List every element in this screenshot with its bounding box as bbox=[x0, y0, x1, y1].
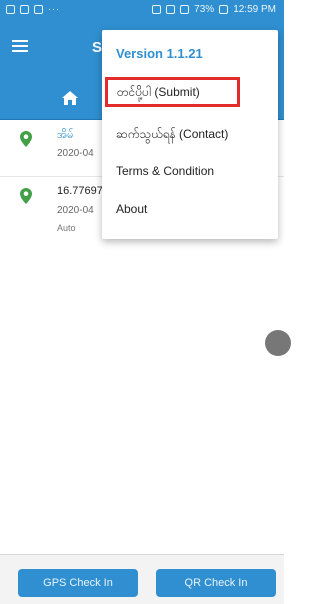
item-tag: Auto bbox=[57, 223, 76, 233]
menu-submit[interactable]: တင်ပို့ပါ (Submit) bbox=[105, 77, 240, 107]
notification-icon bbox=[6, 4, 15, 14]
qr-check-in-button[interactable]: QR Check In bbox=[156, 569, 276, 597]
download-icon bbox=[20, 4, 29, 14]
status-bar: ··· 73% 12:59 PM bbox=[0, 0, 284, 22]
battery-percent: 73% bbox=[194, 4, 215, 15]
gps-check-in-button[interactable]: GPS Check In bbox=[18, 569, 138, 597]
menu-icon[interactable] bbox=[12, 40, 28, 54]
home-icon bbox=[62, 91, 78, 105]
menu-about[interactable]: About bbox=[102, 194, 278, 224]
battery-saver-icon bbox=[34, 4, 43, 14]
battery-icon bbox=[219, 5, 229, 14]
item-title: 16.77697 bbox=[57, 185, 103, 197]
item-title: အိမ် bbox=[57, 129, 74, 141]
menu-contact[interactable]: ဆက်သွယ်ရန် (Contact) bbox=[102, 119, 278, 149]
nfc-icon bbox=[152, 5, 162, 14]
signal-icon bbox=[180, 5, 190, 14]
clock: 12:59 PM bbox=[233, 4, 276, 15]
item-date: 2020-04 bbox=[57, 205, 94, 216]
status-left-icons: ··· bbox=[6, 4, 60, 14]
version-label: Version 1.1.21 bbox=[116, 46, 203, 61]
menu-terms[interactable]: Terms & Condition bbox=[102, 156, 278, 186]
status-right: 73% 12:59 PM bbox=[152, 4, 276, 15]
home-tab[interactable] bbox=[56, 86, 84, 110]
location-pin-icon bbox=[20, 131, 32, 147]
location-pin-icon bbox=[20, 188, 32, 204]
bottom-bar: GPS Check In QR Check In bbox=[0, 554, 284, 604]
location-icon bbox=[166, 5, 176, 14]
overflow-menu: Version 1.1.21 တင်ပို့ပါ (Submit) ဆက်သွယ… bbox=[102, 30, 278, 239]
edit-fab[interactable] bbox=[265, 330, 291, 356]
app-title: S bbox=[92, 39, 103, 56]
more-notifications-icon: ··· bbox=[48, 4, 60, 14]
item-date: 2020-04 bbox=[57, 148, 94, 159]
